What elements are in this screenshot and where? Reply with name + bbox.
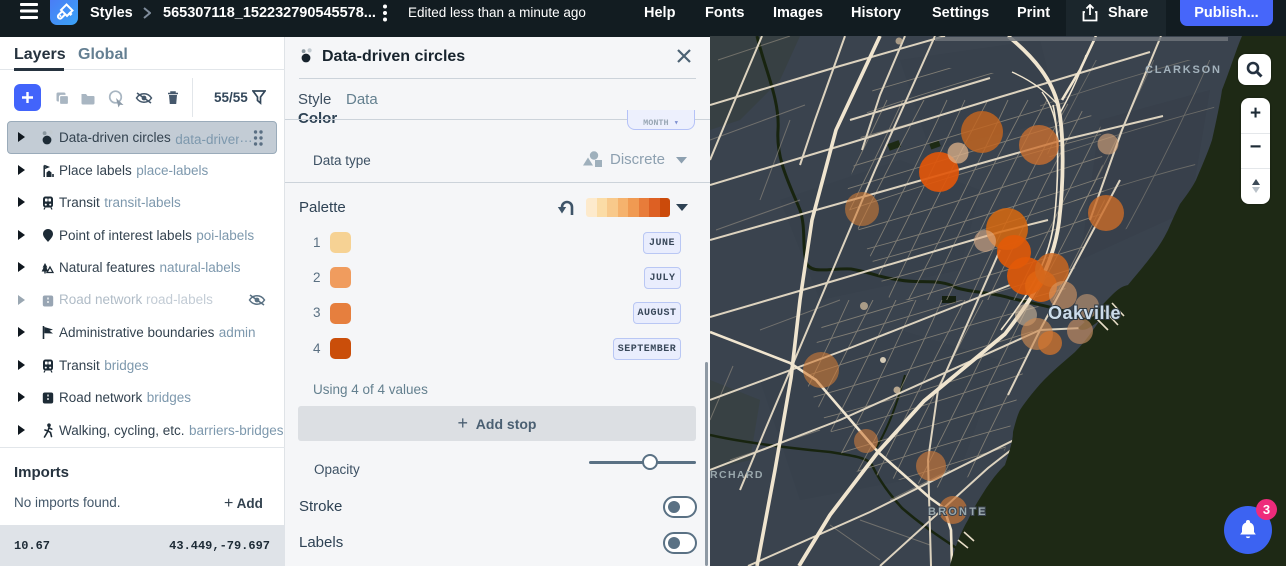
svg-text:RCHARD: RCHARD xyxy=(710,469,764,481)
svg-text:Oakville: Oakville xyxy=(1048,303,1121,323)
svg-text:BRONTE: BRONTE xyxy=(928,506,988,518)
svg-text:CLARKSON: CLARKSON xyxy=(1145,64,1222,76)
